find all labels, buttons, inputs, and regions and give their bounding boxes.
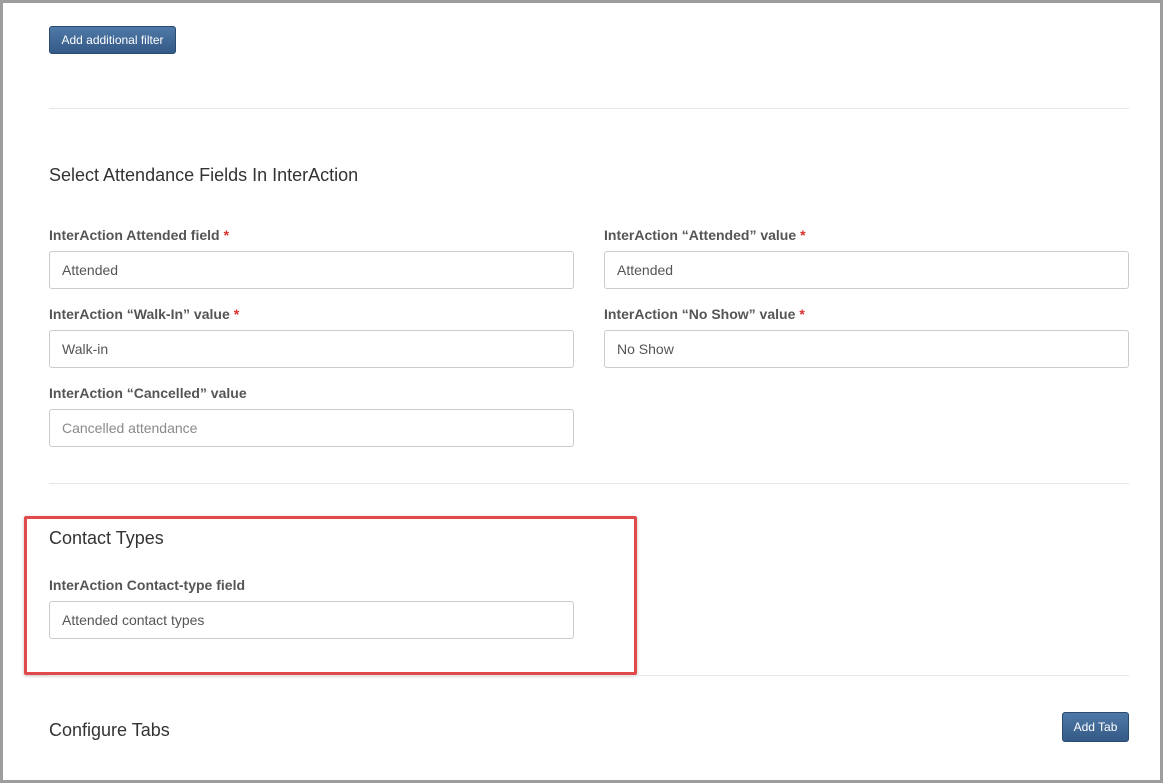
walkin-value-input[interactable] bbox=[49, 330, 574, 368]
cancelled-value-input[interactable] bbox=[49, 409, 574, 447]
required-marker: * bbox=[233, 306, 240, 322]
noshow-value-input[interactable] bbox=[604, 330, 1129, 368]
configure-tabs-section-title: Configure Tabs bbox=[49, 720, 170, 740]
attended-value-label-text: InterAction “Attended” value bbox=[604, 227, 797, 243]
contact-type-field-input[interactable] bbox=[49, 601, 574, 639]
attended-value-input[interactable] bbox=[604, 251, 1129, 289]
divider bbox=[49, 483, 1129, 484]
divider bbox=[49, 108, 1129, 109]
cancelled-value-label-text: InterAction “Cancelled” value bbox=[49, 385, 247, 401]
required-marker: * bbox=[223, 227, 230, 243]
attended-value-label: InterAction “Attended” value * bbox=[604, 227, 806, 243]
contact-type-field-label: InterAction Contact-type field bbox=[49, 577, 245, 593]
divider bbox=[49, 675, 1129, 676]
noshow-value-label: InterAction “No Show” value * bbox=[604, 306, 805, 322]
required-marker: * bbox=[799, 306, 805, 322]
attended-field-input[interactable] bbox=[49, 251, 574, 289]
add-additional-filter-button[interactable]: Add additional filter bbox=[49, 26, 176, 54]
attended-field-label: InterAction Attended field * bbox=[49, 227, 229, 243]
contact-types-section-title: Contact Types bbox=[49, 528, 164, 548]
page-frame: Add additional filter Select Attendance … bbox=[0, 0, 1163, 783]
walkin-value-label-text: InterAction “Walk-In” value bbox=[49, 306, 230, 322]
add-tab-button[interactable]: Add Tab bbox=[1062, 712, 1129, 742]
attended-field-label-text: InterAction Attended field bbox=[49, 227, 220, 243]
noshow-value-label-text: InterAction “No Show” value bbox=[604, 306, 796, 322]
cancelled-value-label: InterAction “Cancelled” value bbox=[49, 385, 247, 401]
attendance-section-title: Select Attendance Fields In InterAction bbox=[49, 165, 359, 185]
walkin-value-label: InterAction “Walk-In” value * bbox=[49, 306, 239, 322]
required-marker: * bbox=[800, 227, 806, 243]
contact-type-field-label-text: InterAction Contact-type field bbox=[49, 577, 246, 593]
